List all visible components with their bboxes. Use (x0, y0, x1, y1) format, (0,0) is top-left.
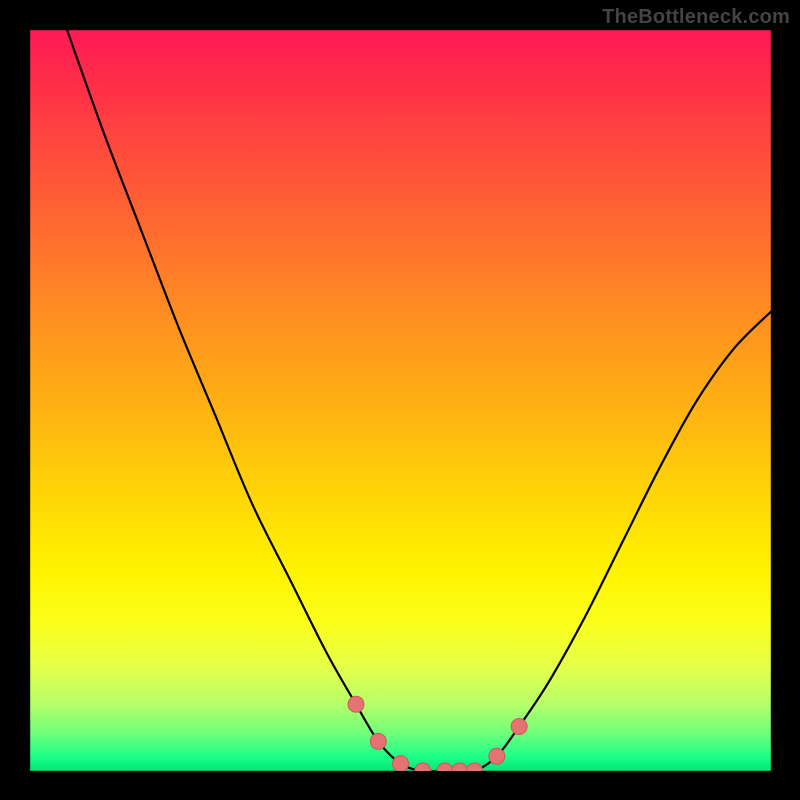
curve-marker (370, 733, 386, 749)
chart-stage: TheBottleneck.com (0, 0, 800, 800)
bottleneck-curve (67, 30, 771, 771)
curve-marker (393, 756, 409, 771)
curve-layer (30, 30, 771, 771)
curve-marker (415, 763, 431, 771)
curve-marker (348, 696, 364, 712)
curve-markers (348, 696, 527, 771)
chart-frame (0, 0, 800, 800)
plot-area (30, 30, 771, 771)
curve-marker (511, 719, 527, 735)
curve-marker (467, 763, 483, 771)
curve-marker (437, 763, 453, 771)
curve-marker (452, 763, 468, 771)
watermark-label: TheBottleneck.com (602, 6, 790, 29)
curve-marker (489, 748, 505, 764)
